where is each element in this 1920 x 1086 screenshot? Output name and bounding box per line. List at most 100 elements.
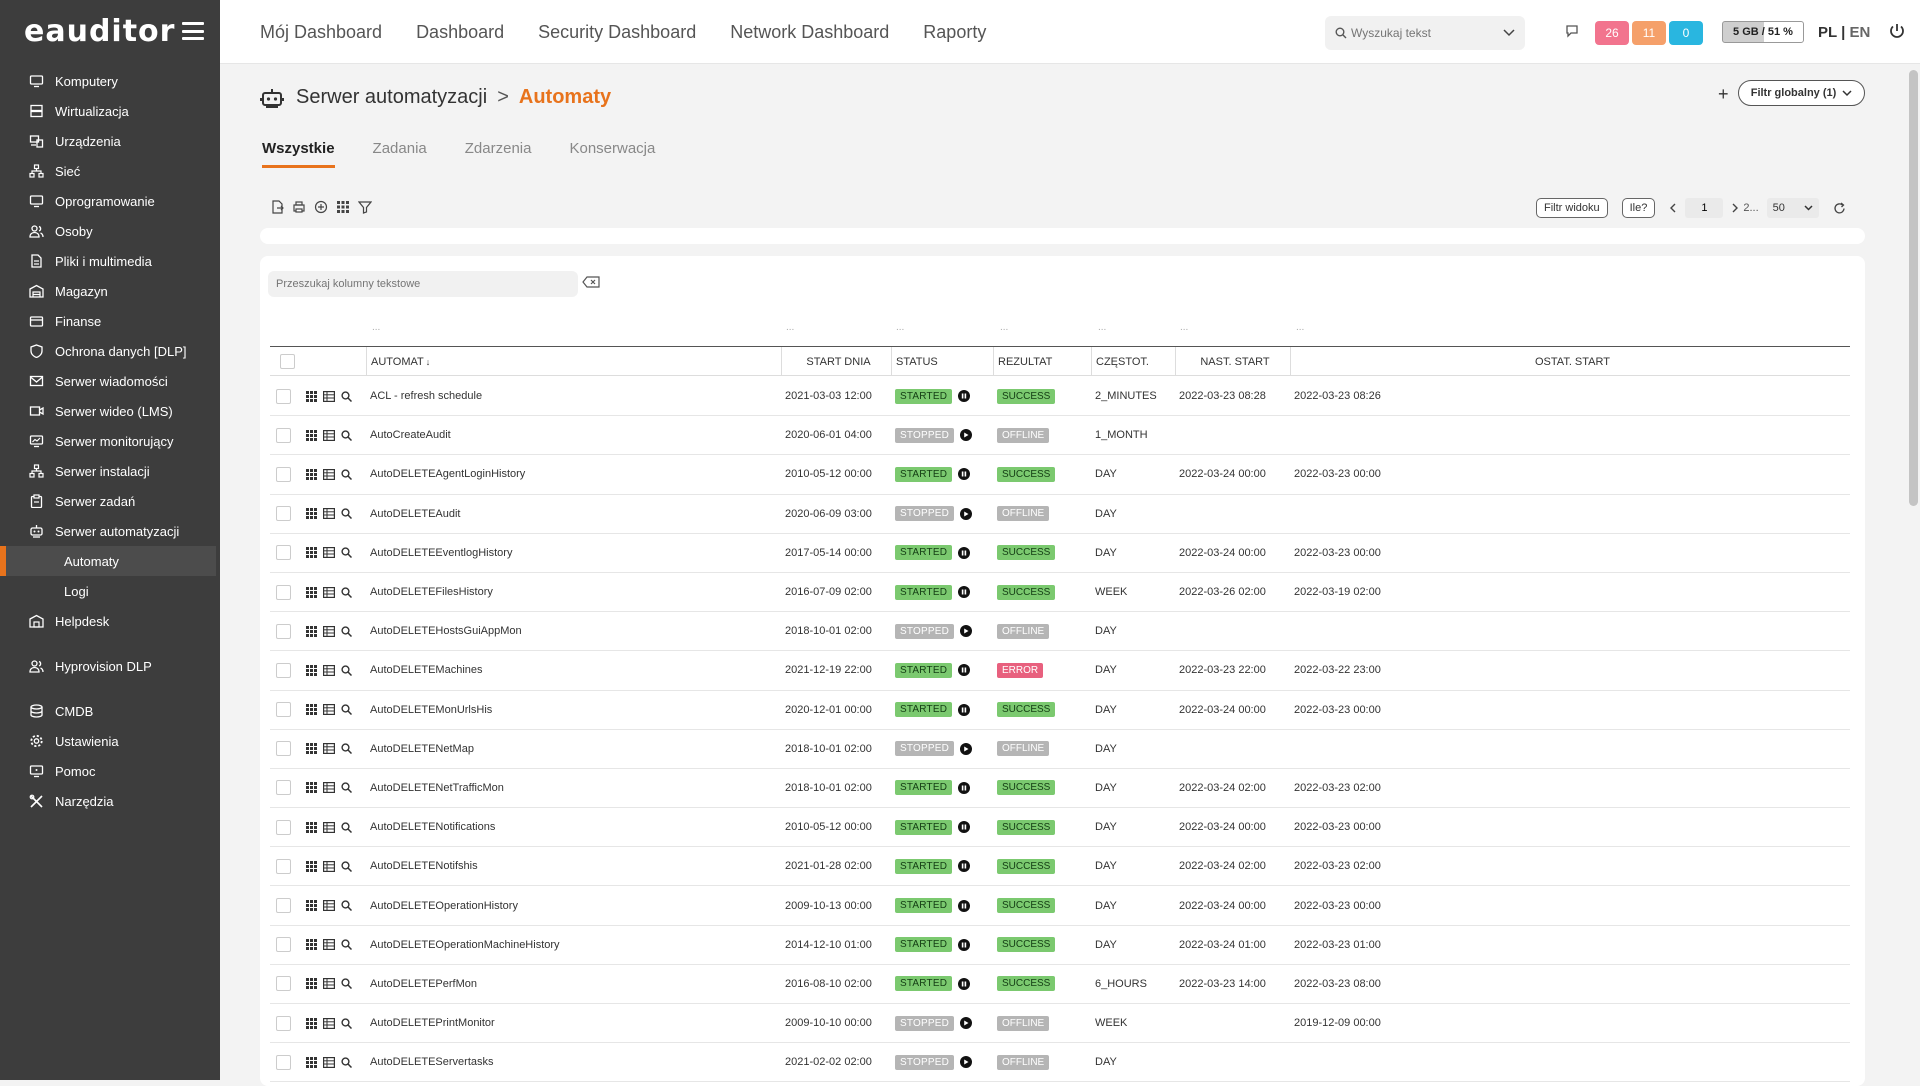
sidebar-item-urządzenia[interactable]: Urządzenia — [0, 126, 220, 156]
sidebar-item-ochrona-danych-dlp[interactable]: Ochrona danych [DLP] — [0, 336, 220, 366]
grid-icon[interactable] — [306, 965, 317, 1003]
header-status[interactable]: STATUS — [891, 347, 993, 376]
table-row[interactable]: AutoDELETEEventlogHistory 2017-05-14 00:0… — [270, 534, 1850, 573]
sidebar-item-serwer-instalacji[interactable]: Serwer instalacji — [0, 456, 220, 486]
automat-name[interactable]: AutoDELETEFilesHistory — [370, 573, 493, 611]
table-row[interactable]: AutoDELETEFilesHistory 2016-07-09 02:00 ST… — [270, 573, 1850, 613]
top-nav-raporty[interactable]: Raporty — [923, 22, 986, 43]
view-filter-button[interactable]: Filtr widoku — [1536, 198, 1608, 218]
top-nav-mój-dashboard[interactable]: Mój Dashboard — [260, 22, 382, 43]
table-row[interactable]: AutoDELETEOperationHistory 2009-10-13 00:… — [270, 886, 1850, 926]
lang-pl[interactable]: PL — [1818, 24, 1837, 41]
table-row[interactable]: AutoDELETEOperationMachineHistory 2014-12… — [270, 926, 1850, 965]
details-icon[interactable] — [323, 377, 335, 415]
table-row[interactable]: AutoDELETEMachines 2021-12-19 22:00 STARTE… — [270, 651, 1850, 691]
power-icon[interactable] — [1888, 22, 1906, 40]
column-filter-automat[interactable]: ... — [372, 322, 380, 333]
pause-icon[interactable] — [958, 703, 971, 716]
top-nav-dashboard[interactable]: Dashboard — [416, 22, 504, 43]
details-icon[interactable] — [323, 495, 335, 533]
automat-name[interactable]: AutoDELETEServertasks — [370, 1043, 494, 1081]
table-row[interactable]: AutoDELETEMonUrlsHis 2020-12-01 00:00 STAR… — [270, 691, 1850, 730]
row-checkbox[interactable] — [276, 584, 291, 600]
search-icon[interactable] — [341, 691, 352, 729]
row-checkbox[interactable] — [276, 702, 291, 718]
table-row[interactable]: AutoDELETEPerfMon 2016-08-10 02:00 STARTED… — [270, 965, 1850, 1004]
table-row[interactable]: AutoDELETENotifshis 2021-01-28 02:00 START… — [270, 847, 1850, 887]
row-checkbox[interactable] — [276, 937, 291, 953]
grid-icon[interactable] — [306, 1004, 317, 1042]
chevron-down-icon[interactable] — [1503, 29, 1515, 37]
sidebar-subitem-automaty[interactable]: Automaty — [0, 546, 216, 576]
table-row[interactable]: AutoDELETEServertasks 2021-02-02 02:00 STO… — [270, 1043, 1850, 1083]
pause-icon[interactable] — [958, 468, 971, 481]
grid-icon[interactable] — [306, 573, 317, 611]
search-icon[interactable] — [341, 769, 352, 807]
sidebar-item-serwer-monitorujący[interactable]: Serwer monitorujący — [0, 426, 220, 456]
add-icon[interactable]: + — [1718, 84, 1729, 105]
header-result[interactable]: REZULTAT — [993, 347, 1091, 376]
row-checkbox[interactable] — [276, 545, 291, 561]
grid-icon[interactable] — [306, 926, 317, 964]
export-icon[interactable] — [270, 200, 284, 214]
page-number-input[interactable] — [1685, 198, 1724, 218]
automat-name[interactable]: AutoDELETEMonUrlsHis — [370, 691, 492, 729]
grid-icon[interactable] — [306, 847, 317, 885]
sidebar-item-pomoc[interactable]: Pomoc — [0, 756, 220, 786]
details-icon[interactable] — [323, 1004, 335, 1042]
global-search[interactable] — [1325, 16, 1525, 50]
automat-name[interactable]: AutoDELETENetMap — [370, 730, 474, 768]
top-nav-security-dashboard[interactable]: Security Dashboard — [538, 22, 696, 43]
chevron-right-icon[interactable] — [1731, 203, 1739, 213]
play-icon[interactable] — [960, 507, 973, 520]
column-filter-last[interactable]: ... — [1296, 322, 1304, 333]
pause-icon[interactable] — [958, 899, 971, 912]
row-checkbox[interactable] — [276, 819, 291, 835]
app-logo[interactable]: eauditor — [24, 14, 175, 49]
details-icon[interactable] — [323, 651, 335, 689]
column-filter-result[interactable]: ... — [1000, 322, 1008, 333]
sidebar-item-cmdb[interactable]: CMDB — [0, 696, 220, 726]
lang-en[interactable]: EN — [1849, 24, 1870, 41]
row-checkbox[interactable] — [276, 427, 291, 443]
details-icon[interactable] — [323, 691, 335, 729]
details-icon[interactable] — [323, 886, 335, 924]
play-icon[interactable] — [960, 1017, 973, 1030]
table-row[interactable]: AutoDELETEAgentLoginHistory 2010-05-12 00… — [270, 455, 1850, 495]
sidebar-item-finanse[interactable]: Finanse — [0, 306, 220, 336]
automat-name[interactable]: AutoDELETEOperationHistory — [370, 886, 518, 924]
pause-icon[interactable] — [958, 821, 971, 834]
table-row[interactable]: AutoDELETENetTrafficMon 2018-10-01 02:00 S… — [270, 769, 1850, 809]
page-scrollbar[interactable] — [1906, 64, 1920, 1080]
automat-name[interactable]: AutoDELETEMachines — [370, 651, 483, 689]
details-icon[interactable] — [323, 455, 335, 493]
play-icon[interactable] — [960, 742, 973, 755]
search-input[interactable] — [1351, 26, 1501, 40]
table-row[interactable]: ACL - refresh schedule 2021-03-03 12:00 ST… — [270, 377, 1850, 417]
grid-icon[interactable] — [306, 886, 317, 924]
automat-name[interactable]: AutoDELETENetTrafficMon — [370, 769, 504, 807]
print-icon[interactable] — [292, 200, 306, 214]
pause-icon[interactable] — [958, 781, 971, 794]
pause-icon[interactable] — [958, 977, 971, 990]
row-checkbox[interactable] — [276, 466, 291, 482]
sidebar-item-hyprovision-dlp[interactable]: Hyprovision DLP — [0, 651, 220, 681]
table-row[interactable]: AutoDELETENetMap 2018-10-01 02:00 STOPPED O… — [270, 730, 1850, 769]
search-icon[interactable] — [341, 965, 352, 1003]
details-icon[interactable] — [323, 416, 335, 454]
refresh-icon[interactable] — [1833, 201, 1846, 215]
search-icon[interactable] — [341, 612, 352, 650]
sidebar-item-wirtualizacja[interactable]: Wirtualizacja — [0, 96, 220, 126]
automat-name[interactable]: AutoDELETEPerfMon — [370, 965, 477, 1003]
sidebar-item-oprogramowanie[interactable]: Oprogramowanie — [0, 186, 220, 216]
how-many-button[interactable]: Ile? — [1621, 198, 1656, 218]
sidebar-item-serwer-zadań[interactable]: Serwer zadań — [0, 486, 220, 516]
automat-name[interactable]: AutoDELETEEventlogHistory — [370, 534, 512, 572]
search-icon[interactable] — [341, 847, 352, 885]
table-row[interactable]: AutoDELETEHostsGuiAppMon 2018-10-01 02:00… — [270, 612, 1850, 652]
automat-name[interactable]: AutoDELETENotifshis — [370, 847, 478, 885]
global-filter-button[interactable]: Filtr globalny (1) — [1738, 80, 1865, 106]
column-filter-freq[interactable]: ... — [1098, 322, 1106, 333]
per-page-select[interactable]: 50 — [1766, 198, 1819, 218]
sidebar-item-serwer-wideo-lms[interactable]: Serwer wideo (LMS) — [0, 396, 220, 426]
